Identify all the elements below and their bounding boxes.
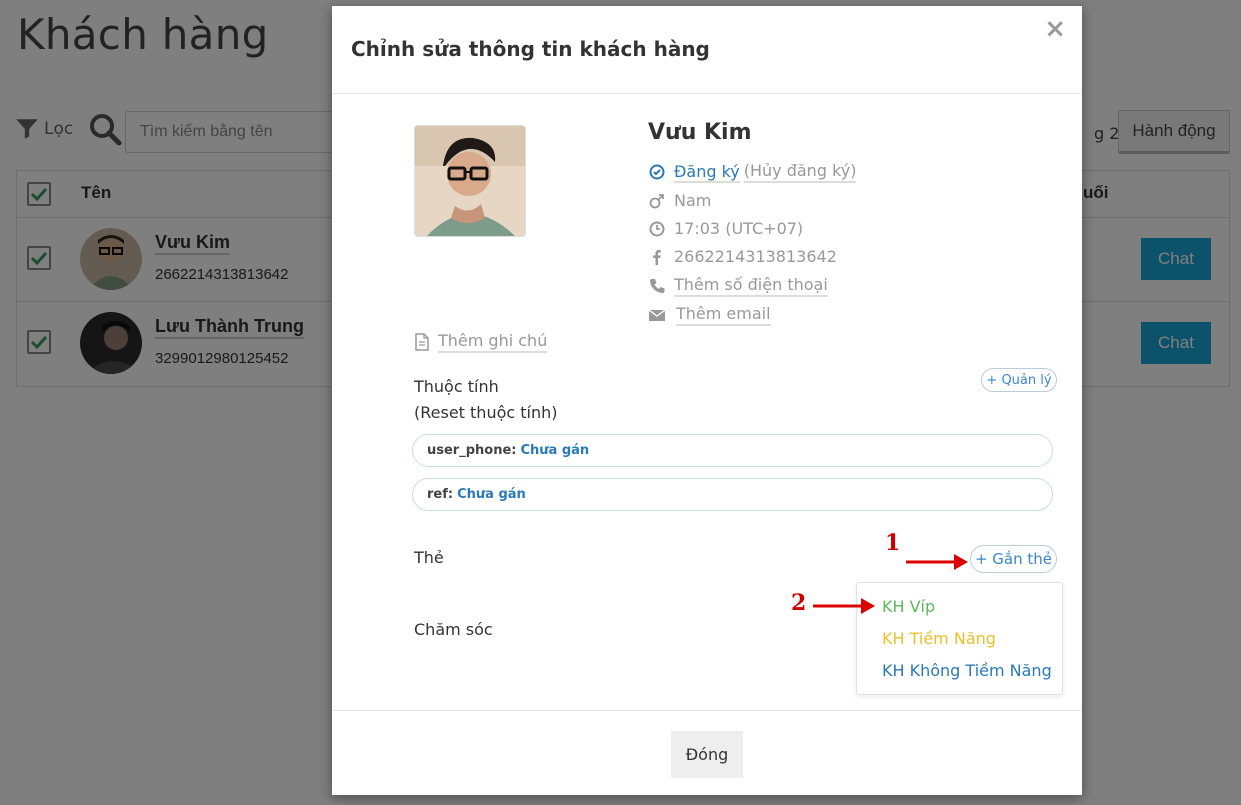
tag-option-vip[interactable]: KH Víp <box>882 597 935 616</box>
attributes-heading: Thuộc tính (Reset thuộc tính) <box>414 374 558 426</box>
note-line: Thêm ghi chú <box>414 331 548 353</box>
annotation-1: 1 <box>885 530 901 556</box>
facebook-line: 2662214313813642 <box>648 247 837 266</box>
gender-line: Nam <box>648 191 711 210</box>
subscribed-status: Đăng ký <box>674 161 740 183</box>
time-line: 17:03 (UTC+07) <box>648 219 803 238</box>
facebook-icon <box>648 248 666 266</box>
manage-attributes-button[interactable]: + Quản lý <box>981 368 1057 392</box>
add-tag-button[interactable]: + Gắn thẻ <box>970 545 1057 573</box>
tags-label: Thẻ <box>414 548 444 567</box>
attribute-value: Chưa gán <box>457 487 526 502</box>
attribute-key: ref: <box>427 487 454 502</box>
local-time: 17:03 (UTC+07) <box>674 219 804 238</box>
profile-photo <box>414 125 526 237</box>
tag-option-not-potential[interactable]: KH Không Tiềm Năng <box>882 661 1052 680</box>
profile-name: Vưu Kim <box>648 120 752 145</box>
tag-dropdown-menu: KH Víp KH Tiềm Năng KH Không Tiềm Năng <box>856 582 1063 695</box>
facebook-id: 2662214313813642 <box>674 247 837 266</box>
close-icon[interactable]: × <box>1044 14 1066 44</box>
gender-value: Nam <box>674 191 712 210</box>
reset-attributes-link[interactable]: (Reset thuộc tính) <box>414 400 558 426</box>
annotation-arrow-2 <box>813 598 875 614</box>
add-email-link[interactable]: Thêm email <box>676 304 771 326</box>
modal-header: Chỉnh sửa thông tin khách hàng × <box>332 6 1082 94</box>
edit-customer-modal: Chỉnh sửa thông tin khách hàng × Vưu Kim… <box>332 6 1082 795</box>
close-button[interactable]: Đóng <box>671 731 743 778</box>
clock-icon <box>648 220 666 238</box>
attribute-value: Chưa gán <box>520 443 590 458</box>
attribute-key: user_phone: <box>427 443 517 458</box>
phone-line: Thêm số điện thoại <box>648 275 828 297</box>
add-phone-link[interactable]: Thêm số điện thoại <box>674 275 828 297</box>
care-label: Chăm sóc <box>414 620 493 639</box>
add-note-link[interactable]: Thêm ghi chú <box>438 331 548 353</box>
envelope-icon <box>648 306 666 324</box>
email-line: Thêm email <box>648 304 771 326</box>
modal-title: Chỉnh sửa thông tin khách hàng <box>351 37 710 61</box>
annotation-arrow-1 <box>906 554 968 570</box>
male-icon <box>648 192 666 210</box>
modal-footer: Đóng <box>332 710 1082 795</box>
phone-icon <box>648 277 666 295</box>
subscription-line: Đăng ký (Hủy đăng ký) <box>648 161 857 183</box>
attribute-item[interactable]: user_phone: Chưa gán <box>412 434 1053 467</box>
attributes-title: Thuộc tính <box>414 377 499 396</box>
annotation-2: 2 <box>791 590 807 616</box>
check-circle-icon <box>648 163 666 181</box>
document-icon <box>414 333 430 351</box>
unsubscribe-link[interactable]: (Hủy đăng ký) <box>743 161 857 183</box>
attribute-item[interactable]: ref: Chưa gán <box>412 478 1053 511</box>
tag-option-potential[interactable]: KH Tiềm Năng <box>882 629 996 648</box>
